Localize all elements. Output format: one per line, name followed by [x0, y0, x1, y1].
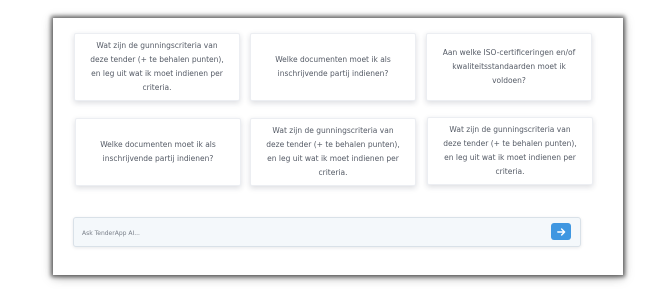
suggestion-card-3[interactable]: Aan welke ISO-certificeringen en/of kwal… [426, 33, 592, 101]
arrow-right-icon [556, 227, 566, 236]
suggestion-card-2[interactable]: Welke documenten moet ik als inschrijven… [250, 33, 416, 101]
suggestion-text: Wat zijn de gunningscriteria van deze te… [443, 125, 577, 176]
suggestion-card-5[interactable]: Wat zijn de gunningscriteria van deze te… [250, 118, 416, 186]
suggestion-card-4[interactable]: Welke documenten moet ik als inschrijven… [75, 118, 241, 186]
suggestion-text: Wat zijn de gunningscriteria van deze te… [90, 41, 224, 92]
ask-bar [73, 217, 581, 247]
suggestion-text: Wat zijn de gunningscriteria van deze te… [266, 126, 400, 177]
ask-ai-input[interactable] [82, 226, 522, 240]
suggestion-text: Welke documenten moet ik als inschrijven… [100, 140, 216, 163]
tenderapp-ai-panel: Wat zijn de gunningscriteria van deze te… [53, 18, 623, 275]
suggestion-text: Welke documenten moet ik als inschrijven… [275, 55, 391, 78]
suggestion-card-6[interactable]: Wat zijn de gunningscriteria van deze te… [427, 117, 593, 185]
send-button[interactable] [551, 223, 571, 240]
suggestion-text: Aan welke ISO-certificeringen en/of kwal… [442, 48, 576, 85]
suggestion-card-1[interactable]: Wat zijn de gunningscriteria van deze te… [74, 33, 240, 101]
